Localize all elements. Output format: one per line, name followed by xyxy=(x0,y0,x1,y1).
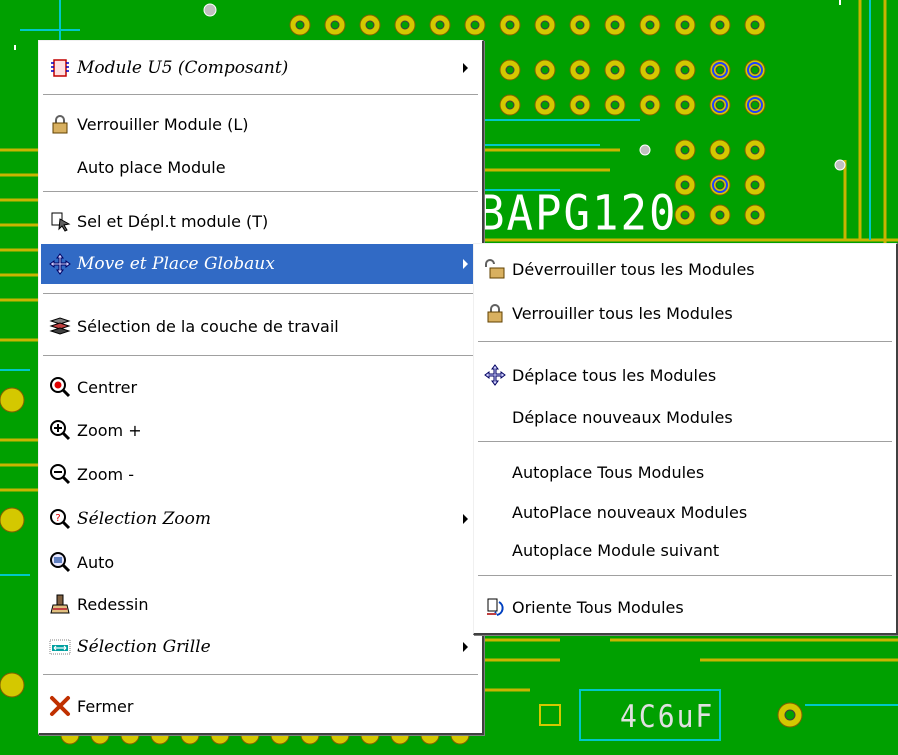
context-menu: Module U5 (Composant) Verrouiller Module… xyxy=(38,40,484,735)
menu-item-label: Zoom - xyxy=(77,464,134,484)
zoom-select-icon: ? xyxy=(49,508,71,530)
menu-item-label: AutoPlace nouveaux Modules xyxy=(512,502,748,522)
menu-item-lock-module[interactable]: Verrouiller Module (L) xyxy=(41,104,480,144)
redraw-icon xyxy=(49,593,71,615)
menu-item-label: Déplace tous les Modules xyxy=(512,365,717,385)
menu-item-label: Sélection Zoom xyxy=(77,509,211,529)
select-move-icon xyxy=(49,210,71,232)
submenu-item-autoplace-all[interactable]: Autoplace Tous Modules xyxy=(476,452,894,492)
menu-item-label: Centrer xyxy=(77,377,138,397)
move-cross-icon xyxy=(484,364,506,386)
menu-item-label: Zoom + xyxy=(77,420,142,440)
menu-item-label: Déverrouiller tous les Modules xyxy=(512,259,755,279)
menu-item-label: Move et Place Globaux xyxy=(77,254,275,274)
submenu-item-move-all[interactable]: Déplace tous les Modules xyxy=(476,355,894,395)
menu-item-close[interactable]: Fermer xyxy=(41,686,480,726)
menu-item-auto-place-module[interactable]: Auto place Module xyxy=(41,147,480,187)
submenu-item-unlock-all[interactable]: Déverrouiller tous les Modules xyxy=(476,249,894,289)
menu-item-label: Autoplace Module suivant xyxy=(512,540,720,560)
submenu-arrow-icon xyxy=(463,514,468,524)
chip-icon xyxy=(49,57,71,79)
submenu-item-orient-all[interactable]: Oriente Tous Modules xyxy=(476,587,894,627)
menu-separator xyxy=(478,575,892,577)
submenu-global-move-place: Déverrouiller tous les Modules Verrouill… xyxy=(473,243,898,635)
menu-separator xyxy=(43,94,478,96)
menu-item-redraw[interactable]: Redessin xyxy=(41,584,480,624)
submenu-arrow-icon xyxy=(463,642,468,652)
close-x-icon xyxy=(49,695,71,717)
menu-item-zoom-auto[interactable]: Auto xyxy=(41,542,480,582)
menu-item-center[interactable]: Centrer xyxy=(41,367,480,407)
menu-item-label: Déplace nouveaux Modules xyxy=(512,407,733,427)
menu-item-grid-selection[interactable]: Sélection Grille xyxy=(41,627,480,667)
move-cross-icon xyxy=(49,253,71,275)
menu-item-label: Sélection Grille xyxy=(77,637,211,657)
zoom-out-icon xyxy=(49,463,71,485)
center-magnifier-icon xyxy=(49,376,71,398)
menu-item-zoom-selection[interactable]: ? Sélection Zoom xyxy=(41,499,480,539)
menu-item-module-u5[interactable]: Module U5 (Composant) xyxy=(41,48,480,88)
menu-item-label: Auto xyxy=(77,552,115,572)
menu-item-label: Autoplace Tous Modules xyxy=(512,462,705,482)
menu-item-label: Module U5 (Composant) xyxy=(77,58,289,78)
submenu-item-move-new[interactable]: Déplace nouveaux Modules xyxy=(476,397,894,437)
menu-separator xyxy=(43,191,478,193)
menu-item-label: Auto place Module xyxy=(77,157,226,177)
menu-separator xyxy=(478,441,892,443)
menu-item-label: Sélection de la couche de travail xyxy=(77,316,339,336)
menu-item-select-move-module[interactable]: Sel et Dépl.t module (T) xyxy=(41,201,480,241)
layers-icon xyxy=(49,315,71,337)
menu-separator xyxy=(43,674,478,676)
menu-item-label: Fermer xyxy=(77,696,134,716)
pcb-silkscreen-label: BAPG120 xyxy=(478,185,678,242)
menu-separator xyxy=(478,341,892,343)
menu-item-label: Verrouiller Module (L) xyxy=(77,114,249,134)
zoom-in-icon xyxy=(49,419,71,441)
submenu-item-autoplace-new[interactable]: AutoPlace nouveaux Modules xyxy=(476,492,894,532)
menu-item-label: Oriente Tous Modules xyxy=(512,597,684,617)
submenu-item-autoplace-next[interactable]: Autoplace Module suivant xyxy=(476,530,894,570)
submenu-arrow-icon xyxy=(463,259,468,269)
grid-icon xyxy=(49,636,71,658)
padlock-icon xyxy=(49,113,71,135)
unlock-icon xyxy=(484,258,506,280)
menu-separator xyxy=(43,355,478,357)
submenu-arrow-icon xyxy=(463,63,468,73)
orient-icon xyxy=(484,596,506,618)
menu-item-move-place-global[interactable]: Move et Place Globaux xyxy=(41,244,480,284)
menu-separator xyxy=(43,293,478,295)
menu-item-label: Redessin xyxy=(77,594,149,614)
pcb-part-label: 4C6uF xyxy=(620,698,715,735)
menu-item-select-work-layer[interactable]: Sélection de la couche de travail xyxy=(41,306,480,346)
menu-item-zoom-out[interactable]: Zoom - xyxy=(41,454,480,494)
menu-item-label: Verrouiller tous les Modules xyxy=(512,303,733,323)
svg-text:?: ? xyxy=(55,513,60,524)
menu-item-zoom-in[interactable]: Zoom + xyxy=(41,410,480,450)
padlock-icon xyxy=(484,302,506,324)
menu-item-label: Sel et Dépl.t module (T) xyxy=(77,211,269,231)
submenu-item-lock-all[interactable]: Verrouiller tous les Modules xyxy=(476,293,894,333)
zoom-auto-icon xyxy=(49,551,71,573)
